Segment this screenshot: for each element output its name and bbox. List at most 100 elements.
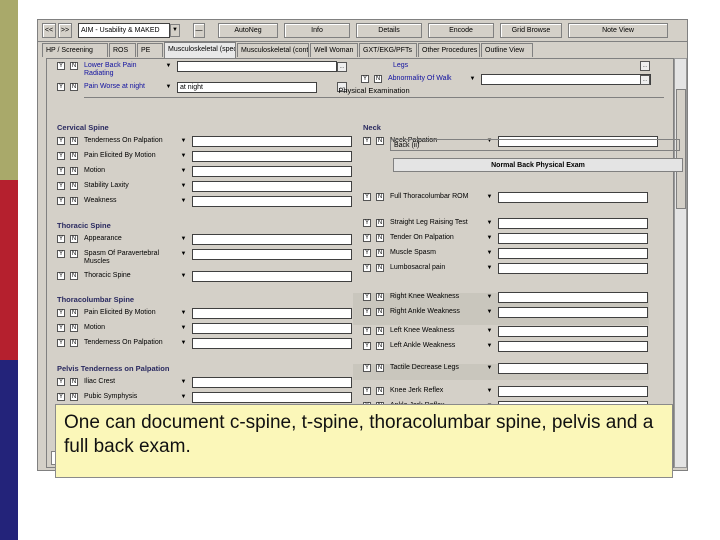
row-0-3-chevron-down-icon[interactable]: ▼ xyxy=(179,182,188,191)
back-row-1-2-y-checkbox[interactable]: Y xyxy=(363,249,371,257)
back-row-0-0-chevron-down-icon[interactable]: ▼ xyxy=(485,193,494,202)
row-1-1-chevron-down-icon[interactable]: ▼ xyxy=(179,250,188,259)
row-2-0-field[interactable] xyxy=(192,308,352,319)
back-row-1-1-field[interactable] xyxy=(498,233,648,244)
row-1-2-field[interactable] xyxy=(192,271,352,282)
row-0-3-field[interactable] xyxy=(192,181,352,192)
back-row-2-0-n-checkbox[interactable]: N xyxy=(376,293,384,301)
row-0-1-n-checkbox[interactable]: N xyxy=(70,152,78,160)
back-row-1-0-y-checkbox[interactable]: Y xyxy=(363,219,371,227)
normal-back-exam-button[interactable]: Normal Back Physical Exam xyxy=(393,158,683,172)
row-0-2-field[interactable] xyxy=(192,166,352,177)
row-3-0-n-checkbox[interactable]: N xyxy=(70,378,78,386)
row-0-0-field[interactable] xyxy=(192,136,352,147)
tab-3[interactable]: Musculoskeletal (spec) xyxy=(164,42,236,58)
row-1-0-chevron-down-icon[interactable]: ▼ xyxy=(179,235,188,244)
abnormality-walk-field[interactable] xyxy=(481,74,651,85)
back-row-3-1-chevron-down-icon[interactable]: ▼ xyxy=(485,342,494,351)
row-3-0-chevron-down-icon[interactable]: ▼ xyxy=(179,378,188,387)
back-row-0-0-y-checkbox[interactable]: Y xyxy=(363,193,371,201)
row-1-2-chevron-down-icon[interactable]: ▼ xyxy=(179,272,188,281)
row-1-0-y-checkbox[interactable]: Y xyxy=(57,235,65,243)
back-row-4-0-field[interactable] xyxy=(498,363,648,374)
row-1-1-n-checkbox[interactable]: N xyxy=(70,250,78,258)
row-0-3-n-checkbox[interactable]: N xyxy=(70,182,78,190)
back-row-4-0-n-checkbox[interactable]: N xyxy=(376,364,384,372)
back-row-1-1-n-checkbox[interactable]: N xyxy=(376,234,384,242)
pain-worse-night-y-checkbox[interactable]: Y xyxy=(57,83,65,91)
form-selector[interactable]: AIM - Usability & MAKED xyxy=(78,23,170,38)
nav-back-button[interactable]: << xyxy=(42,23,56,38)
info-button[interactable]: Info xyxy=(284,23,350,38)
row-3-1-chevron-down-icon[interactable]: ▼ xyxy=(179,393,188,402)
grid-browse-button[interactable]: Grid Browse xyxy=(500,23,562,38)
row-2-1-chevron-down-icon[interactable]: ▼ xyxy=(179,324,188,333)
back-row-3-1-field[interactable] xyxy=(498,341,648,352)
back-row-2-1-y-checkbox[interactable]: Y xyxy=(363,308,371,316)
back-row-2-1-field[interactable] xyxy=(498,307,648,318)
back-row-1-2-field[interactable] xyxy=(498,248,648,259)
row-3-1-field[interactable] xyxy=(192,392,352,403)
row-0-0-n-checkbox[interactable]: N xyxy=(70,137,78,145)
row-2-2-field[interactable] xyxy=(192,338,352,349)
back-row-1-2-n-checkbox[interactable]: N xyxy=(376,249,384,257)
back-row-3-0-y-checkbox[interactable]: Y xyxy=(363,327,371,335)
neck-palpation-y-checkbox[interactable]: Y xyxy=(363,137,371,145)
back-row-4-0-y-checkbox[interactable]: Y xyxy=(363,364,371,372)
tab-0[interactable]: HP / Screening xyxy=(42,43,108,57)
row-3-0-field[interactable] xyxy=(192,377,352,388)
note-view-button[interactable]: Note View xyxy=(568,23,668,38)
row-3-0-y-checkbox[interactable]: Y xyxy=(57,378,65,386)
lower-back-pain-n-checkbox[interactable]: N xyxy=(70,62,78,70)
tab-5[interactable]: Well Woman xyxy=(310,43,358,57)
lookup-icon[interactable]: ... xyxy=(337,62,347,72)
tab-1[interactable]: ROS xyxy=(109,43,136,57)
row-1-2-n-checkbox[interactable]: N xyxy=(70,272,78,280)
encode-button[interactable]: Encode xyxy=(428,23,494,38)
row-3-1-y-checkbox[interactable]: Y xyxy=(57,393,65,401)
lookup-icon[interactable]: ... xyxy=(640,75,650,85)
back-row-3-1-n-checkbox[interactable]: N xyxy=(376,342,384,350)
back-row-1-1-chevron-down-icon[interactable]: ▼ xyxy=(485,234,494,243)
back-row-2-0-chevron-down-icon[interactable]: ▼ xyxy=(485,293,494,302)
row-0-0-y-checkbox[interactable]: Y xyxy=(57,137,65,145)
back-row-2-1-chevron-down-icon[interactable]: ▼ xyxy=(485,308,494,317)
back-row-5-0-field[interactable] xyxy=(498,386,648,397)
back-row-3-0-n-checkbox[interactable]: N xyxy=(376,327,384,335)
back-row-1-3-chevron-down-icon[interactable]: ▼ xyxy=(485,264,494,273)
back-row-2-0-y-checkbox[interactable]: Y xyxy=(363,293,371,301)
row-0-3-y-checkbox[interactable]: Y xyxy=(57,182,65,190)
row-2-2-y-checkbox[interactable]: Y xyxy=(57,339,65,347)
row-0-4-chevron-down-icon[interactable]: ▼ xyxy=(179,197,188,206)
row-0-1-field[interactable] xyxy=(192,151,352,162)
tab-6[interactable]: GXT/EKG/PFTs xyxy=(359,43,417,57)
autoneg-button[interactable]: AutoNeg xyxy=(218,23,278,38)
row-1-0-n-checkbox[interactable]: N xyxy=(70,235,78,243)
row-1-2-y-checkbox[interactable]: Y xyxy=(57,272,65,280)
lower-back-pain-y-checkbox[interactable]: Y xyxy=(57,62,65,70)
back-row-2-1-n-checkbox[interactable]: N xyxy=(376,308,384,316)
row-0-4-n-checkbox[interactable]: N xyxy=(70,197,78,205)
row-0-0-chevron-down-icon[interactable]: ▼ xyxy=(179,137,188,146)
lookup-icon[interactable]: ... xyxy=(640,61,650,71)
row-1-1-field[interactable] xyxy=(192,249,352,260)
minus-icon[interactable]: — xyxy=(193,23,205,38)
row-0-1-chevron-down-icon[interactable]: ▼ xyxy=(179,152,188,161)
details-button[interactable]: Details xyxy=(356,23,422,38)
back-row-1-3-n-checkbox[interactable]: N xyxy=(376,264,384,272)
tab-4[interactable]: Musculoskeletal (cont) xyxy=(237,43,309,57)
back-row-0-0-n-checkbox[interactable]: N xyxy=(376,193,384,201)
nav-forward-button[interactable]: >> xyxy=(58,23,72,38)
tab-7[interactable]: Other Procedures xyxy=(418,43,480,57)
row-3-1-n-checkbox[interactable]: N xyxy=(70,393,78,401)
row-0-1-y-checkbox[interactable]: Y xyxy=(57,152,65,160)
row-0-2-n-checkbox[interactable]: N xyxy=(70,167,78,175)
lower-back-pain-chevron-down-icon[interactable]: ▼ xyxy=(164,62,173,71)
row-2-1-n-checkbox[interactable]: N xyxy=(70,324,78,332)
row-0-4-field[interactable] xyxy=(192,196,352,207)
back-row-1-0-n-checkbox[interactable]: N xyxy=(376,219,384,227)
row-2-0-y-checkbox[interactable]: Y xyxy=(57,309,65,317)
back-row-1-3-y-checkbox[interactable]: Y xyxy=(363,264,371,272)
back-row-3-1-y-checkbox[interactable]: Y xyxy=(363,342,371,350)
back-row-1-2-chevron-down-icon[interactable]: ▼ xyxy=(485,249,494,258)
